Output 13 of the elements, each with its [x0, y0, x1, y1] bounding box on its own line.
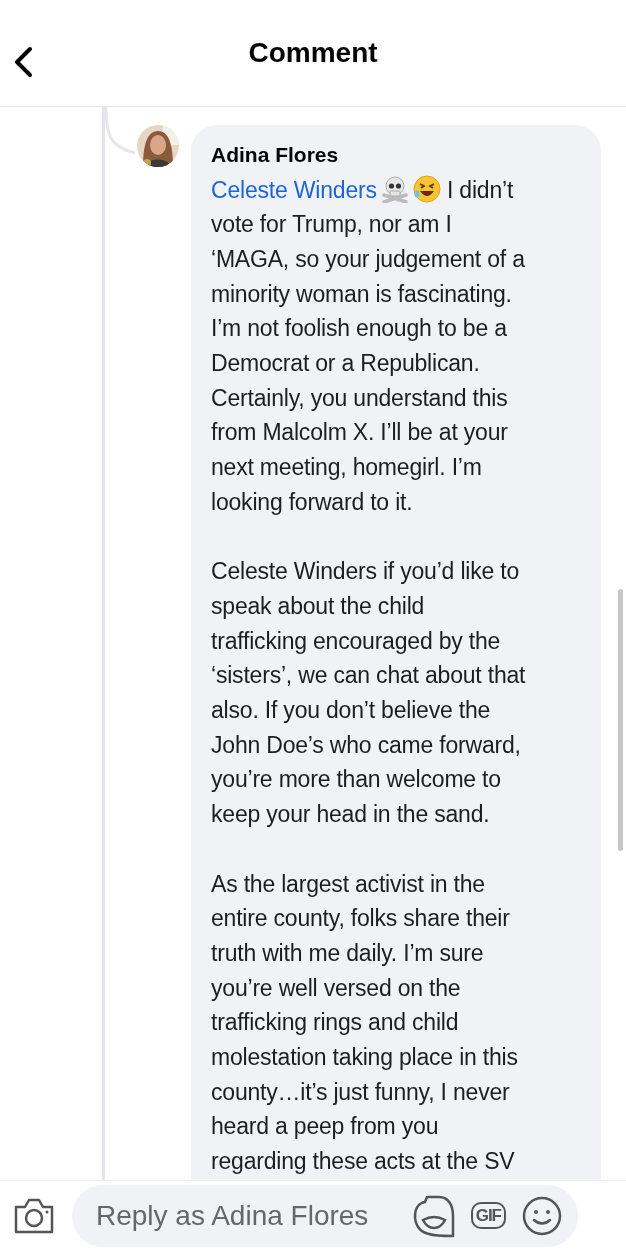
reply-field[interactable]: Reply as Adina Flores GIF [72, 1184, 578, 1247]
laughing-emoji-icon [412, 174, 441, 203]
comment-text: Celeste Winders I didn’t vote for Trump, nor am I ‘MAGA, so your judgement of a minority woman is fascinating. I’m not foolish enough to be a Democrat or a Republican. Certainly, you understand this from Malcolm X. I’ll be at your next meeting, homegirl. I’m looking forward to it. [211, 173, 526, 517]
page-title: Comment [248, 36, 378, 70]
sticker-icon[interactable] [412, 1193, 455, 1238]
gif-button[interactable]: GIF [470, 1202, 506, 1229]
camera-icon[interactable] [12, 1196, 56, 1235]
comment-text: Celeste Winders if you’d like to speak about the child trafficking encouraged by the ‘sisters’, we can chat about that also. If you don’t believe the John Doe’s who came forward, you’re more than welcome to keep your head in the sand. [211, 557, 527, 830]
mention-link[interactable]: Celeste Winders [211, 176, 377, 203]
skull-icon [380, 174, 409, 203]
comment-text: As the largest activist in the entire county, folks share their truth with me daily. I’m sure you’re well versed on the trafficking rings and child molestation taking place in this county…it’s just funny, I never heard a peep from you regarding these acts at the SV [211, 869, 519, 1177]
emoji-icon[interactable] [522, 1195, 562, 1236]
author-name: Adina Flores [211, 142, 340, 168]
